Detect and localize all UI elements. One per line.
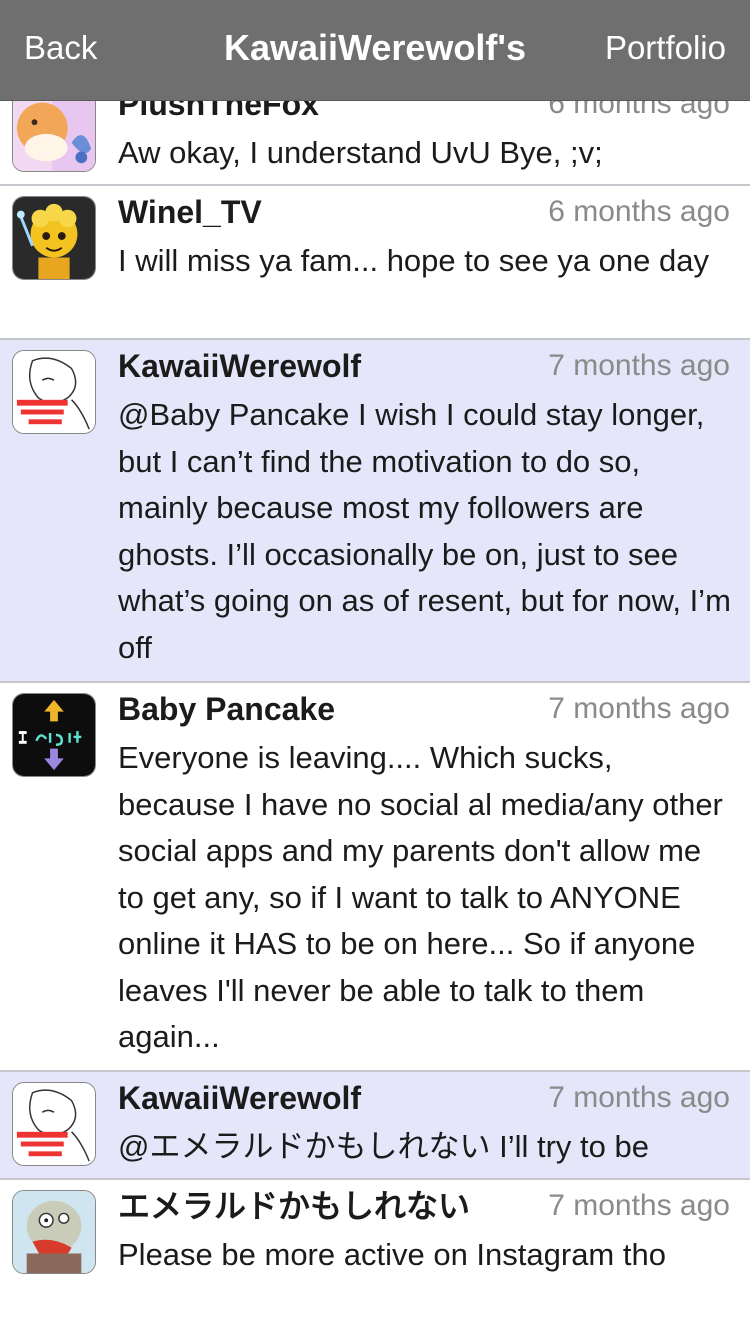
comment-text: Aw okay, I understand UvU Bye, ;v; [118, 135, 603, 170]
comment-text: Please be more active on Instagram tho [118, 1237, 666, 1272]
sketch-avatar-icon[interactable] [12, 350, 96, 434]
comment-item[interactable]: Winel_TV 6 months ago I will miss ya fam… [0, 186, 750, 340]
comment-timestamp: 7 months ago [548, 1081, 730, 1114]
navigation-bar: Back KawaiiWerewolf's Portfolio [0, 0, 750, 100]
comment-item[interactable]: Baby Pancake 7 months ago Everyone is le… [0, 683, 750, 1072]
yellow-character-avatar-icon[interactable] [12, 196, 96, 280]
portfolio-button[interactable]: Portfolio [605, 28, 726, 68]
comment-timestamp: 6 months ago [548, 195, 730, 228]
comment-text: @エメラルドかもしれない I’ll try to be [118, 1129, 649, 1164]
fox-avatar-icon[interactable] [12, 88, 96, 172]
comment-item[interactable]: エメラルドかもしれない 7 months ago Please be more … [0, 1180, 750, 1334]
comment-author[interactable]: エメラルドかもしれない [118, 1186, 470, 1226]
comment-timestamp: 7 months ago [548, 1189, 730, 1222]
back-button[interactable]: Back [24, 28, 97, 68]
ship-it-avatar-icon[interactable] [12, 693, 96, 777]
comment-item[interactable]: KawaiiWerewolf 7 months ago @エメラルドかもしれない… [0, 1072, 750, 1180]
comment-author[interactable]: Baby Pancake [118, 689, 335, 729]
cartoon-face-avatar-icon[interactable] [12, 1190, 96, 1274]
comment-text: Everyone is leaving.... Which sucks, bec… [118, 740, 723, 1054]
sketch-avatar-icon[interactable] [12, 1082, 96, 1166]
comment-author[interactable]: KawaiiWerewolf [118, 346, 361, 386]
comment-text: I will miss ya fam... hope to see ya one… [118, 243, 709, 278]
comment-author[interactable]: KawaiiWerewolf [118, 1078, 361, 1118]
comment-timestamp: 7 months ago [548, 349, 730, 382]
comment-text: @Baby Pancake I wish I could stay longer… [118, 397, 731, 665]
comment-item[interactable]: KawaiiWerewolf 7 months ago @Baby Pancak… [0, 340, 750, 683]
comment-author[interactable]: Winel_TV [118, 192, 262, 232]
comment-timestamp: 7 months ago [548, 692, 730, 725]
